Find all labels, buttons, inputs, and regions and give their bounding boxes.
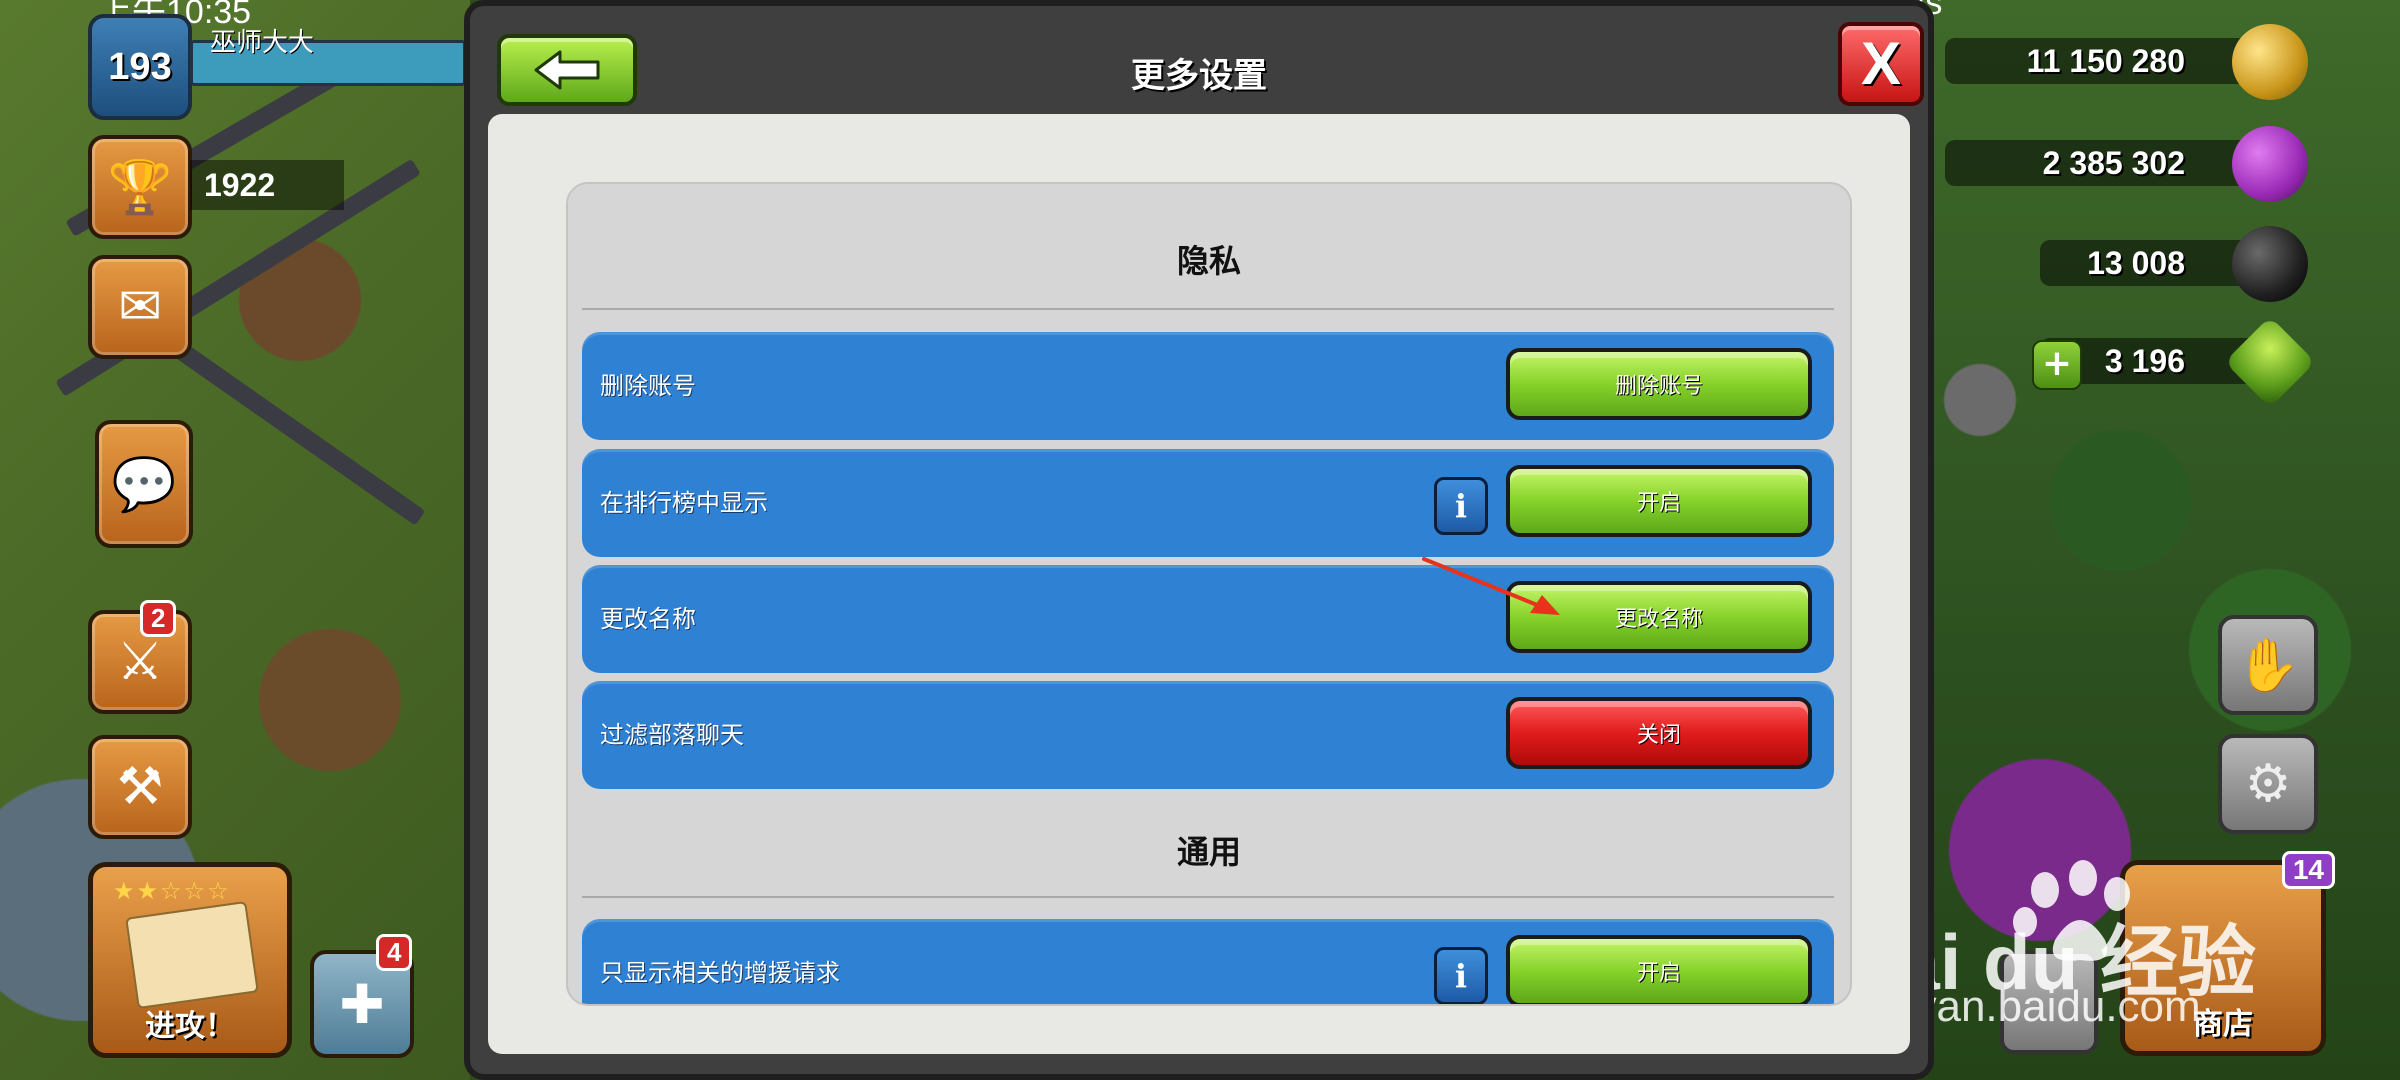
heal-button[interactable]: ✚ 4 — [310, 934, 414, 1058]
setting-label: 在排行榜中显示 — [600, 489, 768, 517]
elixir-drop-icon — [2232, 126, 2308, 202]
attack-stars: ★★☆☆☆ — [113, 877, 231, 905]
trophy-icon: 🏆 — [107, 157, 173, 218]
setting-row-change-name: 更改名称 更改名称 — [582, 565, 1834, 673]
annotation-arrow-icon — [1422, 557, 1560, 615]
envelope-icon: ✉ — [118, 277, 162, 337]
chat-bubble-icon: 💬 — [111, 454, 177, 515]
info-icon: i — [1454, 487, 1468, 525]
info-button[interactable]: i — [1434, 477, 1488, 535]
trophy-button[interactable]: 🏆 — [88, 135, 192, 239]
setting-row-delete-account: 删除账号 删除账号 — [582, 332, 1834, 440]
setting-row-filter-clan-chat: 过滤部落聊天 关闭 — [582, 681, 1834, 789]
setting-label: 过滤部落聊天 — [600, 721, 744, 749]
section-title-general: 通用 — [1176, 833, 1241, 871]
setting-label: 更改名称 — [600, 605, 696, 633]
info-button[interactable]: i — [1434, 947, 1488, 1004]
shield-plus-icon: ✚ — [339, 972, 385, 1036]
setting-label: 只显示相关的增援请求 — [600, 959, 840, 987]
settings-button[interactable]: ⚙ — [2218, 734, 2318, 834]
move-hand-icon: ✋ — [2235, 635, 2301, 696]
attack-button[interactable]: ★★☆☆☆ 进攻！ — [88, 862, 292, 1058]
settings-scroll-area[interactable]: 隐私 删除账号 删除账号 在排行榜中显示 i 开启 更改名称 更改名称 过滤部落… — [566, 182, 1852, 1006]
elixir-amount: 2 385 302 — [1945, 140, 2281, 186]
map-icon — [125, 900, 259, 1010]
player-level-badge[interactable]: 193 — [88, 14, 192, 120]
heal-badge: 4 — [376, 934, 413, 971]
attack-label: 进攻！ — [145, 1009, 235, 1044]
setting-row-relevant-reinforcements: 只显示相关的增援请求 i 开启 — [582, 919, 1834, 1004]
gold-coin-icon — [2232, 24, 2308, 100]
gear-icon: ⚙ — [2244, 754, 2292, 814]
crossed-swords-icon: ⚔ — [116, 632, 164, 692]
add-gems-button[interactable]: + — [2032, 340, 2082, 390]
section-title-privacy: 隐私 — [1176, 242, 1241, 280]
army-icon: ⚒ — [116, 757, 164, 817]
divider — [582, 308, 1834, 310]
army-button[interactable]: ⚒ — [88, 735, 192, 839]
filter-clan-chat-toggle-button[interactable]: 关闭 — [1506, 697, 1812, 769]
delete-account-button[interactable]: 删除账号 — [1506, 348, 1812, 420]
dialog-title: 更多设置 — [1131, 56, 1267, 96]
edit-mode-button[interactable]: ✋ — [2218, 615, 2318, 715]
setting-row-leaderboard: 在排行榜中显示 i 开启 — [582, 449, 1834, 557]
info-icon: i — [1454, 957, 1468, 995]
dark-elixir-drop-icon — [2232, 226, 2308, 302]
close-icon: X — [1860, 30, 1902, 97]
leaderboard-toggle-button[interactable]: 开启 — [1506, 465, 1812, 537]
chat-button[interactable]: 💬 — [95, 420, 193, 548]
more-settings-dialog: 更多设置 X 隐私 删除账号 删除账号 在排行榜中显示 i 开启 更改名称 更改… — [464, 0, 1934, 1080]
settings-panel: 隐私 删除账号 删除账号 在排行榜中显示 i 开启 更改名称 更改名称 过滤部落… — [488, 114, 1910, 1054]
mail-button[interactable]: ✉ — [88, 255, 192, 359]
trophy-count: 1922 — [190, 160, 344, 210]
attack-log-button[interactable]: ⚔ 2 — [88, 600, 192, 714]
player-name: 巫师大大 — [210, 28, 315, 58]
attack-log-badge: 2 — [140, 600, 177, 637]
close-button[interactable]: X — [1838, 22, 1924, 106]
setting-label: 删除账号 — [600, 372, 696, 400]
divider — [582, 896, 1834, 898]
gold-amount: 11 150 280 — [1945, 38, 2281, 84]
relevant-reinforcements-toggle-button[interactable]: 开启 — [1506, 935, 1812, 1004]
